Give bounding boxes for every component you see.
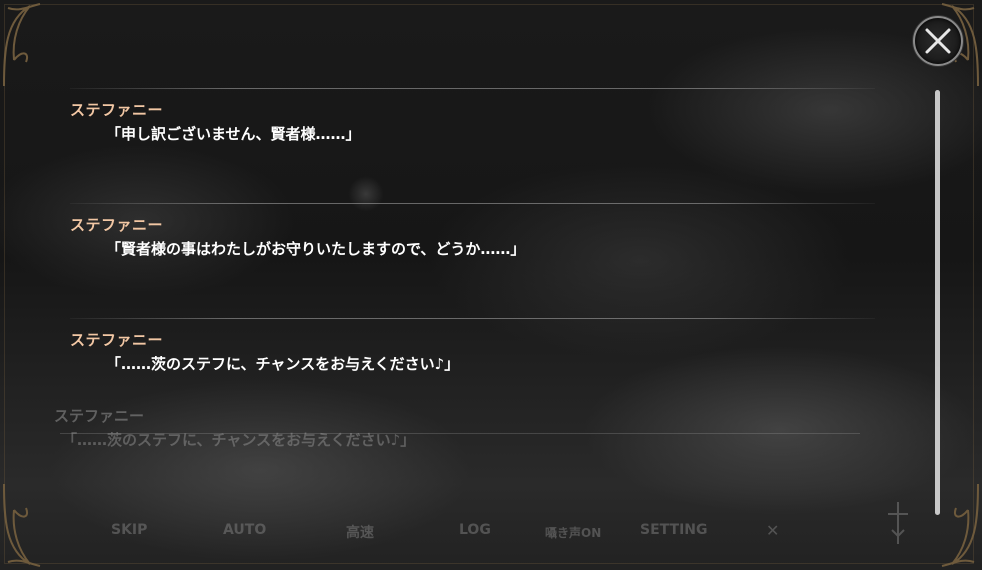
log-divider	[70, 88, 875, 89]
menu-close: ✕	[766, 521, 780, 540]
log-divider	[70, 203, 875, 204]
menu-voice: 囁き声ON	[545, 526, 602, 540]
speaker-name: ステファニー	[70, 101, 164, 119]
menu-fast: 高速	[346, 525, 374, 541]
close-button[interactable]	[913, 16, 963, 66]
menu-setting: SETTING	[640, 522, 708, 538]
menu-log: LOG	[459, 522, 491, 538]
scrollbar-thumb[interactable]	[935, 90, 940, 515]
corner-ornament-bottom-left	[0, 480, 60, 570]
log-message: 「賢者様の事はわたしがお守りいたしますので、どうか……」	[106, 240, 526, 258]
sword-icon	[888, 502, 908, 544]
log-divider	[70, 318, 875, 319]
log-message: 「申し訳ございません、賢者様……」	[106, 125, 361, 143]
menu-auto: AUTO	[223, 522, 267, 538]
menu-skip: SKIP	[111, 522, 148, 538]
corner-ornament-top-left	[0, 0, 60, 90]
log-message: 「……茨のステフに、チャンスをお与えください♪」	[106, 355, 460, 373]
corner-ornament-bottom-right	[922, 480, 982, 570]
close-icon	[925, 28, 951, 54]
scrollbar[interactable]	[935, 90, 940, 515]
background-speaker-name: ステファニー	[54, 407, 145, 425]
speaker-name: ステファニー	[70, 216, 164, 234]
speaker-name: ステファニー	[70, 331, 164, 349]
background-message: 「……茨のステフに、チャンスをお与えください♪」	[62, 431, 416, 449]
